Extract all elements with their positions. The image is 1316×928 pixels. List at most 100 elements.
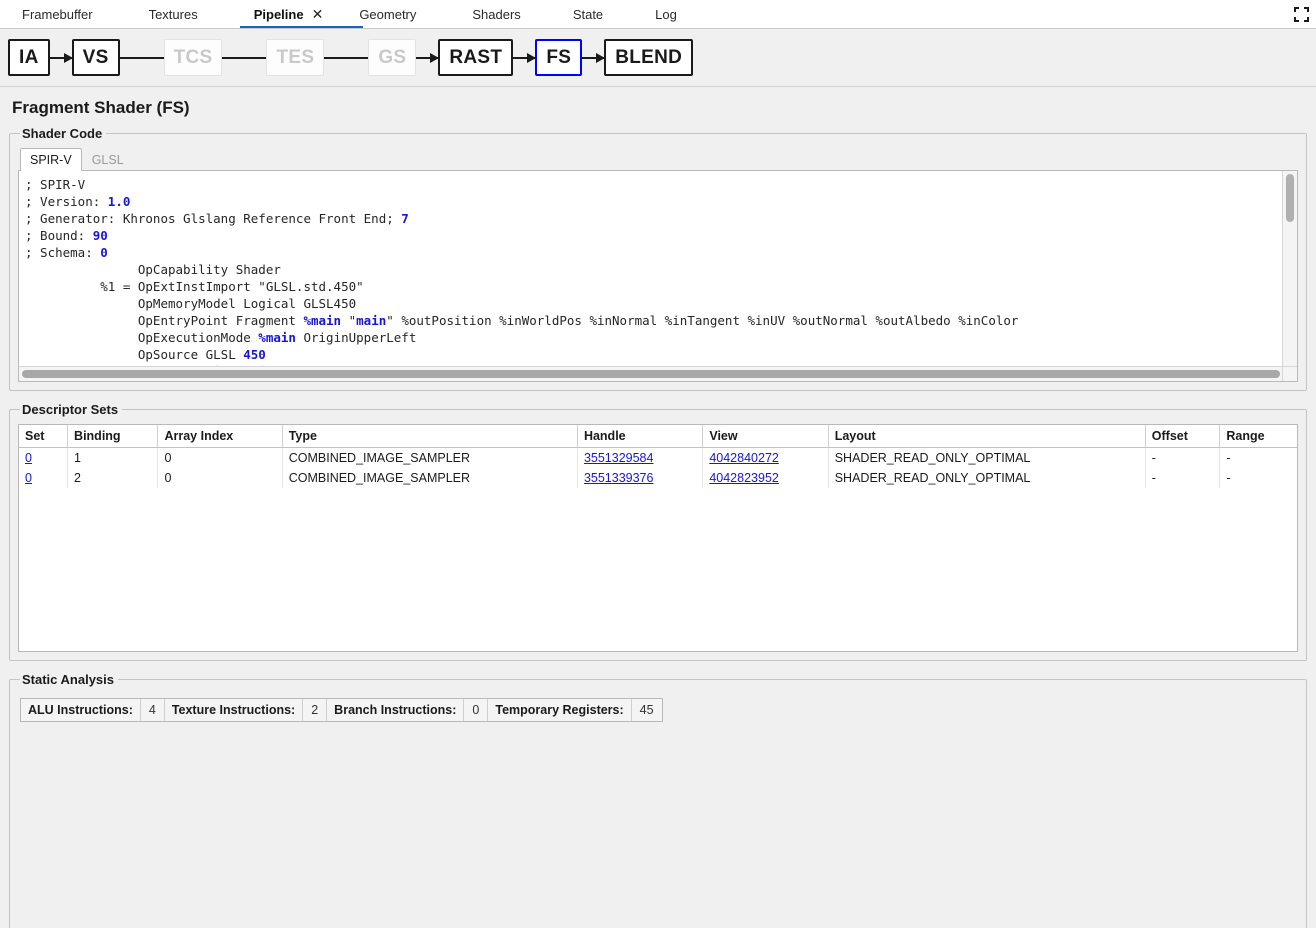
table-header-handle[interactable]: Handle [577,425,702,448]
descriptor-sets-table-container: SetBindingArray IndexTypeHandleViewLayou… [18,424,1298,652]
pipeline-stage-gs[interactable]: GS [368,39,416,76]
static-analysis-group: Static Analysis ALU Instructions:4Textur… [9,672,1307,928]
cell-binding: 2 [68,468,158,488]
pipeline-connector-arrow [120,57,164,59]
tab-label: Log [655,7,677,22]
cell-view: 4042840272 [703,448,828,469]
pipeline-stage-blend[interactable]: BLEND [604,39,693,76]
tab-framebuffer[interactable]: Framebuffer [8,0,107,28]
cell-range: - [1220,468,1297,488]
pipeline-stage-fs[interactable]: FS [535,39,582,76]
pipeline-stage-label: BLEND [615,47,682,69]
cell-array-index: 0 [158,448,282,469]
pipeline-stage-label: VS [83,47,109,69]
code-vertical-scrollbar-thumb[interactable] [1286,174,1294,222]
tab-state[interactable]: State [559,0,617,28]
stat-label-branch-instructions: Branch Instructions: [327,699,464,721]
view-link[interactable]: 4042823952 [709,471,779,485]
pipeline-stage-tcs[interactable]: TCS [164,39,223,76]
table-header-row: SetBindingArray IndexTypeHandleViewLayou… [19,425,1297,448]
pipeline-stage-label: TCS [174,47,213,69]
static-analysis-stats: ALU Instructions:4Texture Instructions:2… [20,698,663,722]
code-horizontal-scrollbar[interactable] [19,366,1297,381]
shader-code-tab-spir-v[interactable]: SPIR-V [20,148,82,171]
pipeline-stage-rast[interactable]: RAST [438,39,513,76]
pipeline-stage-ia[interactable]: IA [8,39,50,76]
pipeline-connector-arrow [582,57,604,59]
table-header-view[interactable]: View [703,425,828,448]
tab-shaders[interactable]: Shaders [458,0,534,28]
handle-link[interactable]: 3551339376 [584,471,654,485]
tab-label: Geometry [359,7,416,22]
cell-set: 0 [19,448,68,469]
pipeline-stage-vs[interactable]: VS [72,39,120,76]
cell-handle: 3551329584 [577,448,702,469]
descriptor-sets-group: Descriptor Sets SetBindingArray IndexTyp… [9,402,1307,661]
table-row[interactable]: 020COMBINED_IMAGE_SAMPLER355133937640428… [19,468,1297,488]
static-analysis-empty-space [18,722,1298,927]
table-header-range[interactable]: Range [1220,425,1297,448]
shader-code-tab-glsl[interactable]: GLSL [82,148,134,171]
pipeline-connector-arrow [324,57,368,59]
set-link[interactable]: 0 [25,451,32,465]
code-horizontal-scrollbar-thumb[interactable] [22,370,1280,378]
pipeline-stage-label: IA [19,47,39,69]
tab-geometry[interactable]: Geometry [345,0,430,28]
stat-label-temporary-registers: Temporary Registers: [488,699,631,721]
pipeline-stage-label: RAST [449,47,502,69]
table-row[interactable]: 010COMBINED_IMAGE_SAMPLER355132958440428… [19,448,1297,469]
shader-code-tabs: SPIR-VGLSL [20,148,1298,171]
cell-range: - [1220,448,1297,469]
tab-log[interactable]: Log [641,0,691,28]
cell-type: COMBINED_IMAGE_SAMPLER [282,468,577,488]
pipeline-connector-arrow [513,57,535,59]
tab-close-icon[interactable]: ✕ [312,7,324,21]
tab-label: Textures [149,7,198,22]
shader-code-text-area[interactable]: ; SPIR-V ; Version: 1.0 ; Generator: Khr… [19,171,1282,381]
cell-view: 4042823952 [703,468,828,488]
stat-label-texture-instructions: Texture Instructions: [165,699,303,721]
tab-label: Framebuffer [22,7,93,22]
cell-set: 0 [19,468,68,488]
pipeline-connector-arrow [222,57,266,59]
code-vertical-scrollbar[interactable] [1282,171,1297,381]
main-content: Fragment Shader (FS) Shader Code SPIR-VG… [0,87,1316,928]
pipeline-stage-label: FS [546,47,571,69]
shader-code-group-title: Shader Code [20,126,106,141]
shader-code-editor[interactable]: ; SPIR-V ; Version: 1.0 ; Generator: Khr… [18,170,1298,382]
table-header-binding[interactable]: Binding [68,425,158,448]
cell-array-index: 0 [158,468,282,488]
cell-offset: - [1145,448,1220,469]
table-header-array-index[interactable]: Array Index [158,425,282,448]
cell-type: COMBINED_IMAGE_SAMPLER [282,448,577,469]
shader-code-group: Shader Code SPIR-VGLSL ; SPIR-V ; Versio… [9,126,1307,391]
stat-value-branch-instructions: 0 [464,699,488,721]
view-link[interactable]: 4042840272 [709,451,779,465]
pipeline-stage-label: TES [276,47,314,69]
tab-label: Shaders [472,7,520,22]
table-header-set[interactable]: Set [19,425,68,448]
main-tab-bar: Framebuffer Textures Pipeline ✕ Geometry Shad… [0,0,1316,29]
cell-binding: 1 [68,448,158,469]
cell-offset: - [1145,468,1220,488]
stat-value-temporary-registers: 45 [632,699,662,721]
set-link[interactable]: 0 [25,471,32,485]
stat-value-alu-instructions: 4 [141,699,165,721]
stat-label-alu-instructions: ALU Instructions: [21,699,141,721]
tab-textures[interactable]: Textures [135,0,212,28]
table-header-offset[interactable]: Offset [1145,425,1220,448]
expand-fullscreen-icon[interactable] [1286,0,1316,28]
pipeline-stage-tes[interactable]: TES [266,39,324,76]
stat-value-texture-instructions: 2 [303,699,327,721]
handle-link[interactable]: 3551329584 [584,451,654,465]
table-header-layout[interactable]: Layout [828,425,1145,448]
table-body: 010COMBINED_IMAGE_SAMPLER355132958440428… [19,448,1297,489]
shader-code-listing: ; SPIR-V ; Version: 1.0 ; Generator: Khr… [19,171,1282,380]
pipeline-stage-label: GS [378,47,406,69]
table-header-type[interactable]: Type [282,425,577,448]
tab-label: Pipeline [254,7,304,22]
tab-pipeline[interactable]: Pipeline ✕ [240,0,338,28]
descriptor-sets-group-title: Descriptor Sets [20,402,122,417]
cell-layout: SHADER_READ_ONLY_OPTIMAL [828,468,1145,488]
static-analysis-group-title: Static Analysis [20,672,118,687]
